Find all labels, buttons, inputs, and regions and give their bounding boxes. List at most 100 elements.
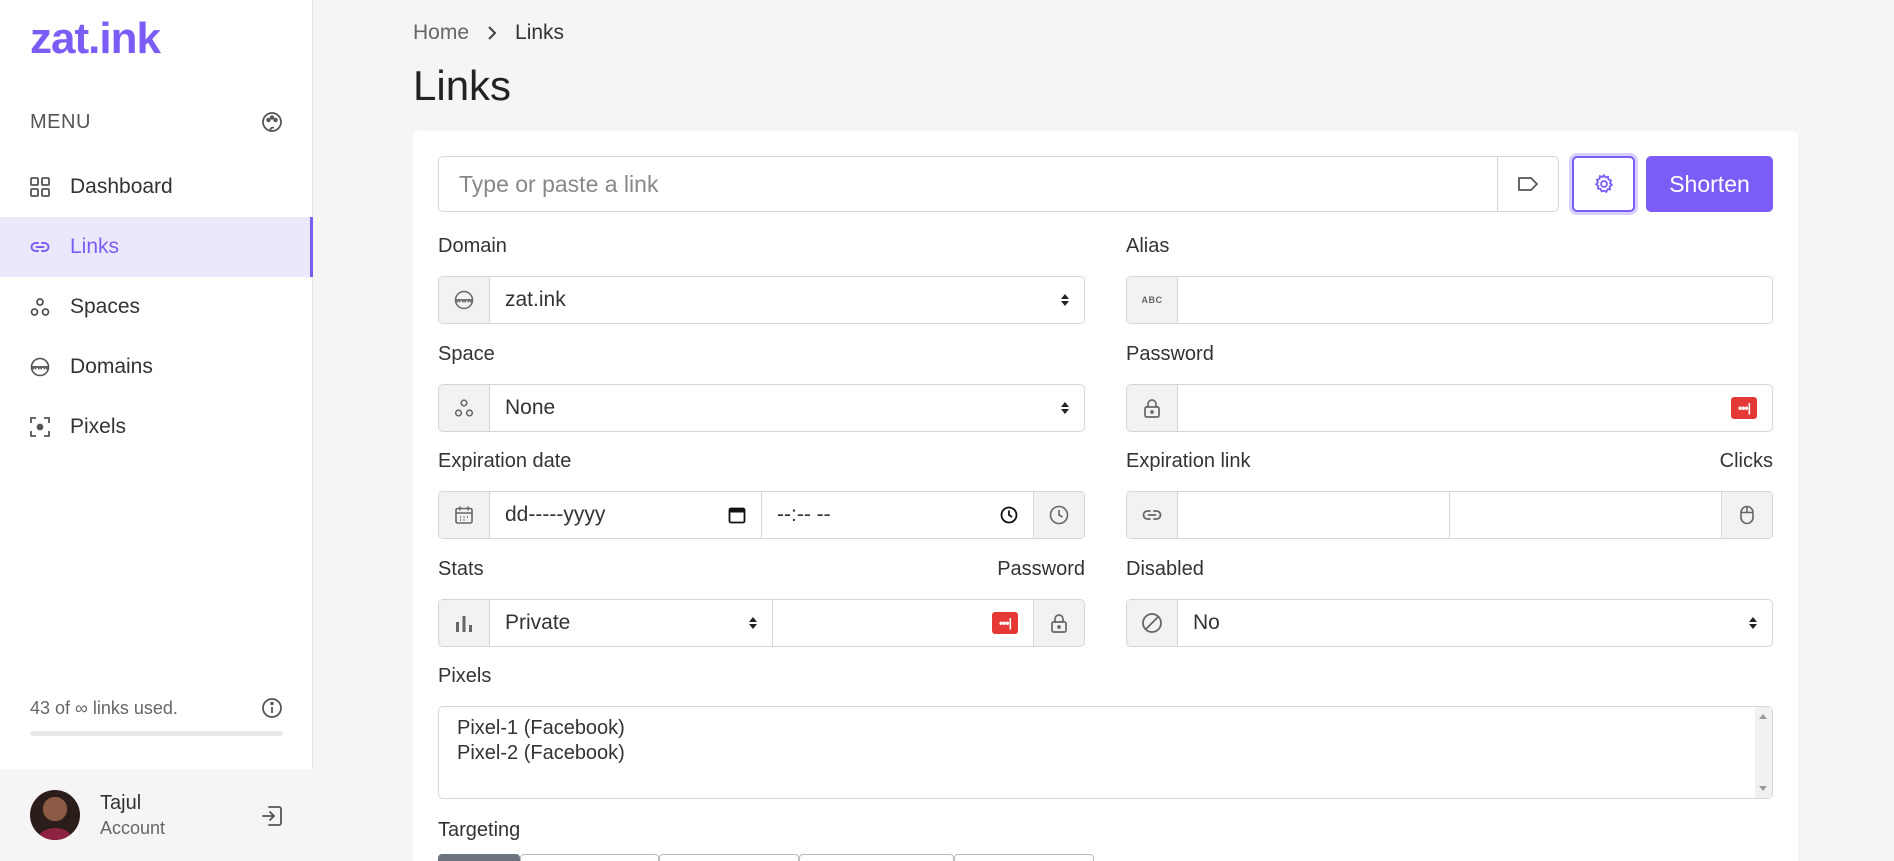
expiration-time-input[interactable]: --:-- -- xyxy=(761,492,1033,538)
sidebar-item-dashboard[interactable]: Dashboard xyxy=(0,157,313,217)
usage-meter: 43 of ∞ links used. xyxy=(30,697,283,736)
select-arrows-icon xyxy=(1061,402,1069,414)
disabled-field: Disabled No xyxy=(1126,558,1773,647)
pixels-label: Pixels xyxy=(438,665,492,687)
abc-icon: ABC xyxy=(1141,295,1163,305)
space-label: Space xyxy=(438,343,495,365)
password-addon xyxy=(1127,385,1178,431)
space-field: Space None xyxy=(438,343,1085,432)
domain-field: Domain www zat.ink xyxy=(438,235,1085,324)
mouse-icon xyxy=(1740,505,1754,525)
calendar-addon xyxy=(439,492,490,538)
domain-label: Domain xyxy=(438,235,507,257)
settings-button[interactable] xyxy=(1572,156,1635,212)
expiration-link-field: Expiration link Clicks xyxy=(1126,450,1773,539)
spaces-icon xyxy=(454,399,474,417)
calendar-picker-icon[interactable] xyxy=(728,506,746,524)
password-label: Password xyxy=(1126,343,1214,365)
user-name: Tajul xyxy=(100,791,142,814)
theme-palette-icon[interactable] xyxy=(261,111,283,133)
expiration-date-input[interactable]: dd-----yyyy xyxy=(490,492,761,538)
usage-text: 43 of ∞ links used. xyxy=(30,697,178,718)
link-icon xyxy=(1142,510,1162,520)
url-input-row: Shorten xyxy=(438,156,1773,212)
stats-value: Private xyxy=(505,611,571,634)
pixels-multiselect[interactable]: Pixel-1 (Facebook) Pixel-2 (Facebook) xyxy=(438,706,1773,799)
alias-addon: ABC xyxy=(1127,277,1178,323)
stats-addon xyxy=(439,600,490,646)
expiration-link-label: Expiration link xyxy=(1126,450,1251,472)
pixel-option[interactable]: Pixel-2 (Facebook) xyxy=(457,741,1754,766)
clicks-label: Clicks xyxy=(1719,450,1773,472)
disabled-addon xyxy=(1127,600,1178,646)
scrollbar[interactable] xyxy=(1755,707,1772,798)
password-manager-icon[interactable]: •••| xyxy=(992,612,1018,634)
shorten-button[interactable]: Shorten xyxy=(1646,156,1773,212)
url-input[interactable] xyxy=(438,156,1498,212)
pixels-field: Pixels Pixel-1 (Facebook) Pixel-2 (Faceb… xyxy=(438,665,1773,799)
targeting-tabs xyxy=(438,854,1094,861)
clock-addon xyxy=(1033,492,1084,538)
clock-picker-icon[interactable] xyxy=(1000,506,1018,524)
pixel-option[interactable]: Pixel-1 (Facebook) xyxy=(457,716,1754,741)
clock-icon xyxy=(1049,505,1069,525)
stats-select[interactable]: Private xyxy=(490,600,772,646)
select-arrows-icon xyxy=(749,617,757,629)
targeting-tab[interactable] xyxy=(799,854,954,861)
sidebar-item-label: Pixels xyxy=(70,415,127,438)
targeting-tab[interactable] xyxy=(659,854,799,861)
sidebar-item-label: Domains xyxy=(70,355,153,378)
stats-password-input[interactable]: •••| xyxy=(772,600,1033,646)
www-globe-icon: www xyxy=(30,357,50,377)
space-addon xyxy=(439,385,490,431)
user-account[interactable]: Tajul Account xyxy=(0,769,313,861)
domain-select[interactable]: zat.ink xyxy=(490,277,1084,323)
password-manager-icon[interactable]: •••| xyxy=(1731,397,1757,419)
tag-button[interactable] xyxy=(1498,156,1559,212)
sidebar-item-label: Spaces xyxy=(70,295,141,318)
logout-icon[interactable] xyxy=(260,804,284,828)
domain-addon: www xyxy=(439,277,490,323)
chevron-right-icon xyxy=(488,26,497,40)
bar-chart-icon xyxy=(456,616,472,632)
stats-lock-addon xyxy=(1033,600,1084,646)
password-field: Password •••| xyxy=(1126,343,1773,432)
pixel-icon xyxy=(30,417,50,437)
sidebar-item-label: Dashboard xyxy=(70,175,173,198)
sidebar-item-label: Links xyxy=(70,235,120,258)
breadcrumb-current: Links xyxy=(515,21,565,44)
clicks-input[interactable] xyxy=(1449,492,1721,538)
sidebar-nav: Dashboard Links Spaces www Domains Pixel… xyxy=(0,157,313,457)
disabled-select[interactable]: No xyxy=(1178,600,1772,646)
avatar xyxy=(30,790,80,840)
domain-value: zat.ink xyxy=(505,288,566,311)
sidebar-item-pixels[interactable]: Pixels xyxy=(0,397,313,457)
svg-text:www: www xyxy=(456,298,473,305)
disabled-value: No xyxy=(1193,611,1220,634)
targeting-label: Targeting xyxy=(438,819,521,841)
disabled-label: Disabled xyxy=(1126,558,1204,580)
sidebar-item-domains[interactable]: www Domains xyxy=(0,337,313,397)
stats-field: Stats Password Private •••| xyxy=(438,558,1085,647)
breadcrumb: Home Links xyxy=(413,21,564,45)
targeting-tab[interactable] xyxy=(438,854,520,861)
password-input[interactable]: •••| xyxy=(1178,385,1772,431)
sidebar-item-spaces[interactable]: Spaces xyxy=(0,277,313,337)
space-select[interactable]: None xyxy=(490,385,1084,431)
sidebar-item-links[interactable]: Links xyxy=(0,217,313,277)
logo[interactable]: zat.ink xyxy=(30,14,161,64)
menu-label: MENU xyxy=(30,110,91,133)
link-form-card: Shorten Domain www zat.ink Alias ABC Spa xyxy=(413,131,1798,861)
targeting-tab[interactable] xyxy=(954,854,1094,861)
info-icon[interactable] xyxy=(261,697,283,719)
expiration-link-input[interactable] xyxy=(1178,492,1449,538)
targeting-tab[interactable] xyxy=(520,854,659,861)
lock-icon xyxy=(1051,614,1067,633)
alias-input[interactable] xyxy=(1178,277,1772,323)
expiration-date-field: Expiration date dd-----yyyy --:-- -- xyxy=(438,450,1085,539)
breadcrumb-home[interactable]: Home xyxy=(413,21,469,45)
svg-text:www: www xyxy=(32,365,49,372)
tag-icon xyxy=(1518,177,1538,191)
usage-progress-bar xyxy=(30,731,283,736)
spaces-icon xyxy=(30,298,50,316)
